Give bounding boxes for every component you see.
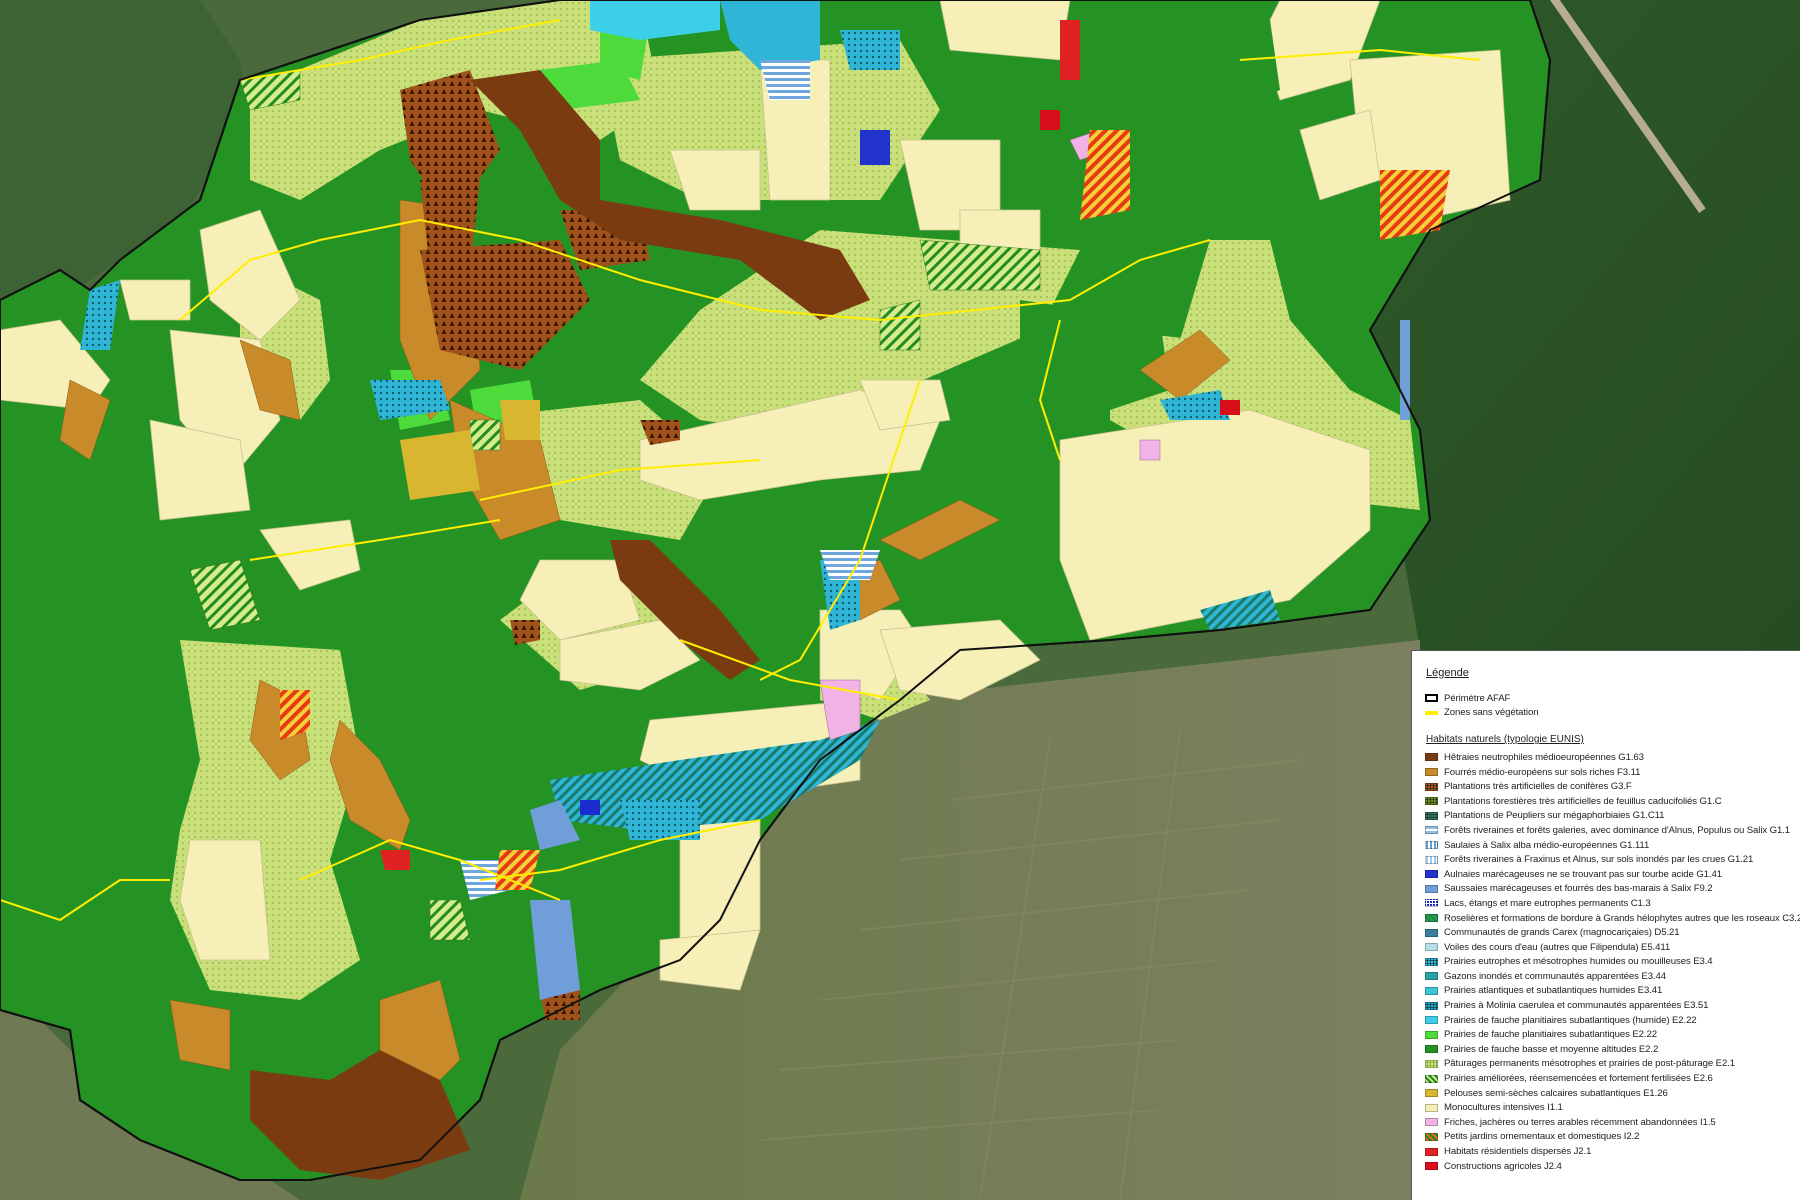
- legend-habitat-item: Plantations forestières très artificiell…: [1420, 794, 1792, 809]
- legend-swatch: [1425, 899, 1438, 908]
- legend-swatch: [1425, 1001, 1438, 1010]
- legend-general-item: Périmètre AFAF: [1420, 691, 1792, 706]
- legend-swatch: [1425, 694, 1438, 703]
- legend-label: Lacs, étangs et mare eutrophes permanent…: [1444, 897, 1651, 909]
- legend-label: Fourrés médio-européens sur sols riches …: [1444, 766, 1641, 778]
- legend-habitat-item: Pâturages permanents mésotrophes et prai…: [1420, 1057, 1792, 1072]
- legend-swatch: [1425, 753, 1438, 762]
- legend-habitat-item: Prairies de fauche planitiaires subatlan…: [1420, 1027, 1792, 1042]
- legend-label: Petits jardins ornementaux et domestique…: [1444, 1131, 1640, 1143]
- legend-label: Communautés de grands Carex (magnocariça…: [1444, 927, 1680, 939]
- legend-swatch: [1425, 1074, 1438, 1083]
- legend-swatch: [1425, 797, 1438, 806]
- legend-label: Saulaies à Salix alba médio-européennes …: [1444, 839, 1650, 851]
- legend-habitat-item: Constructions agricoles J2.4: [1420, 1159, 1792, 1174]
- legend-swatch: [1425, 710, 1438, 715]
- legend-habitat-item: Saussaies marécageuses et fourrés des ba…: [1420, 882, 1792, 897]
- legend-label: Monocultures intensives I1.1: [1444, 1102, 1563, 1114]
- legend-habitat-item: Habitats résidentiels dispersés J2.1: [1420, 1144, 1792, 1159]
- legend-swatch: [1425, 957, 1438, 966]
- legend-general-list: Périmètre AFAF Zones sans végétation: [1420, 691, 1792, 720]
- legend-habitat-item: Plantations de Peupliers sur mégaphorbia…: [1420, 809, 1792, 824]
- legend-habitats-title: Habitats naturels (typologie EUNIS): [1426, 734, 1584, 746]
- legend-title: Légende: [1426, 667, 1469, 679]
- legend-label: Saussaies marécageuses et fourrés des ba…: [1444, 883, 1713, 895]
- legend-habitat-item: Plantations très artificielles de conifè…: [1420, 779, 1792, 794]
- legend-habitat-item: Pelouses semi-sèches calcaires subatlant…: [1420, 1086, 1792, 1101]
- legend-habitat-item: Hêtraies neutrophiles médioeuropéennes G…: [1420, 750, 1792, 765]
- legend-habitat-item: Forêts riveraines à Fraxinus et Alnus, s…: [1420, 852, 1792, 867]
- legend-label: Prairies de fauche planitiaires subatlan…: [1444, 1014, 1697, 1026]
- legend-habitat-item: Prairies atlantiques et subatlantiques h…: [1420, 984, 1792, 999]
- legend-habitat-item: Petits jardins ornementaux et domestique…: [1420, 1130, 1792, 1145]
- legend-label: Pâturages permanents mésotrophes et prai…: [1444, 1058, 1735, 1070]
- legend-habitat-item: Friches, jachères ou terres arables réce…: [1420, 1115, 1792, 1130]
- legend-label: Gazons inondés et communautés apparentée…: [1444, 970, 1666, 982]
- legend-label: Roselières et formations de bordure à Gr…: [1444, 912, 1800, 924]
- legend-swatch: [1425, 782, 1438, 791]
- legend-swatch: [1425, 870, 1438, 879]
- legend-swatch: [1425, 1030, 1438, 1039]
- legend-swatch: [1425, 811, 1438, 820]
- legend-label: Voiles des cours d'eau (autres que Filip…: [1444, 941, 1671, 953]
- legend-swatch: [1425, 943, 1438, 952]
- legend-swatch: [1425, 1162, 1438, 1171]
- legend-label: Forêts riveraines à Fraxinus et Alnus, s…: [1444, 854, 1754, 866]
- legend-habitat-item: Roselières et formations de bordure à Gr…: [1420, 911, 1800, 926]
- legend-label: Zones sans végétation: [1444, 707, 1539, 719]
- legend-label: Aulnaies marécageuses ne se trouvant pas…: [1444, 868, 1722, 880]
- legend-habitat-item: Prairies eutrophes et mésotrophes humide…: [1420, 955, 1792, 970]
- legend-label: Habitats résidentiels dispersés J2.1: [1444, 1146, 1592, 1158]
- legend-swatch: [1425, 1118, 1438, 1127]
- legend-label: Forêts riveraines et forêts galeries, av…: [1444, 824, 1791, 836]
- legend-habitat-item: Forêts riveraines et forêts galeries, av…: [1420, 823, 1792, 838]
- legend-swatch: [1425, 928, 1438, 937]
- legend-habitat-item: Prairies améliorées, réensemencées et fo…: [1420, 1071, 1792, 1086]
- legend-habitat-item: Fourrés médio-européens sur sols riches …: [1420, 765, 1792, 780]
- legend-habitat-item: Lacs, étangs et mare eutrophes permanent…: [1420, 896, 1792, 911]
- legend-label: Prairies de fauche planitiaires subatlan…: [1444, 1029, 1657, 1041]
- legend-swatch: [1425, 1016, 1438, 1025]
- legend-habitat-item: Voiles des cours d'eau (autres que Filip…: [1420, 940, 1792, 955]
- legend-label: Périmètre AFAF: [1444, 692, 1511, 704]
- legend-label: Prairies eutrophes et mésotrophes humide…: [1444, 956, 1713, 968]
- legend-habitat-item: Prairies à Molinia caerulea et communaut…: [1420, 998, 1792, 1013]
- legend-label: Prairies atlantiques et subatlantiques h…: [1444, 985, 1663, 997]
- legend-habitat-list: Hêtraies neutrophiles médioeuropéennes G…: [1420, 750, 1800, 1174]
- legend-habitat-item: Aulnaies marécageuses ne se trouvant pas…: [1420, 867, 1792, 882]
- legend-swatch: [1425, 855, 1438, 864]
- legend-swatch: [1425, 841, 1438, 850]
- legend-swatch: [1425, 972, 1438, 981]
- legend-swatch: [1425, 768, 1438, 777]
- legend-label: Prairies améliorées, réensemencées et fo…: [1444, 1073, 1713, 1085]
- legend-habitat-item: Prairies de fauche basse et moyenne alti…: [1420, 1042, 1792, 1057]
- legend-label: Prairies de fauche basse et moyenne alti…: [1444, 1043, 1659, 1055]
- legend-label: Plantations de Peupliers sur mégaphorbia…: [1444, 810, 1665, 822]
- legend-label: Plantations très artificielles de conifè…: [1444, 781, 1632, 793]
- legend-swatch: [1425, 986, 1438, 995]
- legend-habitat-item: Monocultures intensives I1.1: [1420, 1100, 1792, 1115]
- legend-label: Plantations forestières très artificiell…: [1444, 795, 1722, 807]
- legend-habitat-item: Gazons inondés et communautés apparentée…: [1420, 969, 1792, 984]
- legend-label: Pelouses semi-sèches calcaires subatlant…: [1444, 1087, 1668, 1099]
- legend-swatch: [1425, 914, 1438, 923]
- legend-swatch: [1425, 1045, 1438, 1054]
- legend-label: Friches, jachères ou terres arables réce…: [1444, 1116, 1716, 1128]
- legend-swatch: [1425, 1059, 1438, 1068]
- legend-swatch: [1425, 1132, 1438, 1141]
- map-legend: Légende Périmètre AFAF Zones sans végétat…: [1411, 650, 1800, 1200]
- legend-swatch: [1425, 1147, 1438, 1156]
- legend-habitat-item: Prairies de fauche planitiaires subatlan…: [1420, 1013, 1792, 1028]
- legend-swatch: [1425, 884, 1438, 893]
- legend-habitat-item: Saulaies à Salix alba médio-européennes …: [1420, 838, 1792, 853]
- legend-label: Prairies à Molinia caerulea et communaut…: [1444, 1000, 1709, 1012]
- legend-swatch: [1425, 1089, 1438, 1098]
- legend-label: Hêtraies neutrophiles médioeuropéennes G…: [1444, 751, 1644, 763]
- legend-swatch: [1425, 1103, 1438, 1112]
- legend-swatch: [1425, 826, 1438, 835]
- legend-general-item: Zones sans végétation: [1420, 706, 1792, 721]
- legend-label: Constructions agricoles J2.4: [1444, 1160, 1562, 1172]
- legend-habitat-item: Communautés de grands Carex (magnocariça…: [1420, 925, 1792, 940]
